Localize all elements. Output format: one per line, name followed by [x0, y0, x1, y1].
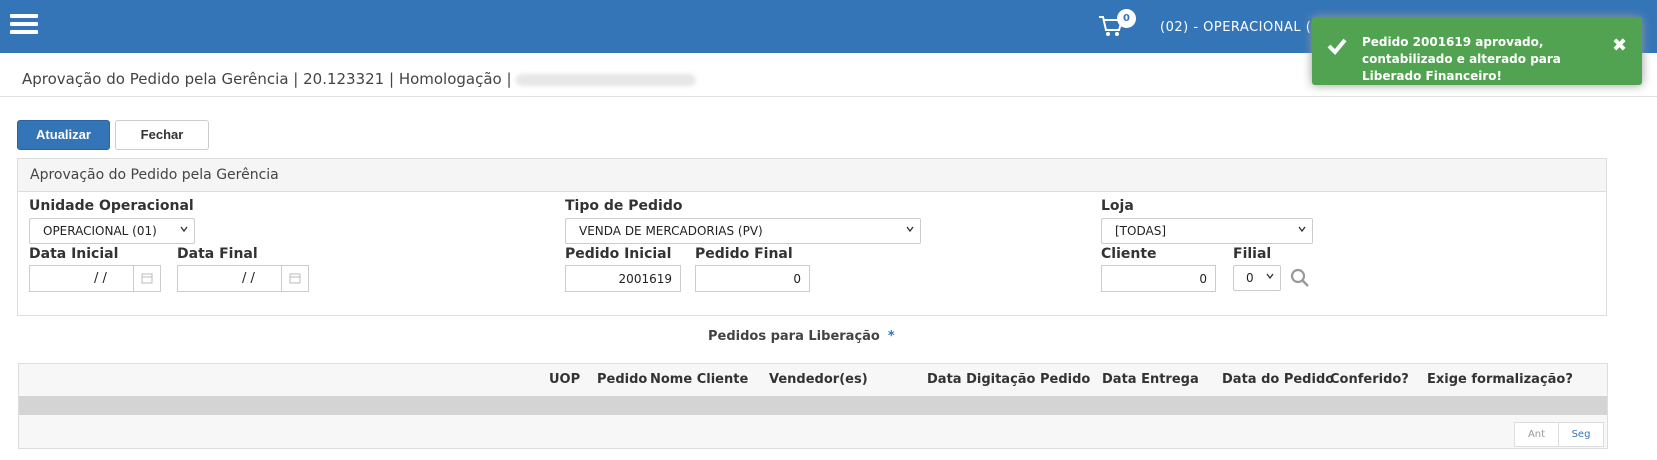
- column-header[interactable]: Nome Cliente: [650, 372, 748, 387]
- page-title: Aprovação do Pedido pela Gerência | 20.1…: [22, 70, 696, 88]
- tipo-pedido-value: VENDA DE MERCADORIAS (PV): [579, 224, 763, 238]
- calendar-icon[interactable]: [133, 266, 160, 291]
- cliente-label: Cliente: [1101, 246, 1157, 262]
- column-header[interactable]: Conferido?: [1330, 372, 1409, 387]
- tipo-pedido-label: Tipo de Pedido: [565, 198, 683, 214]
- filter-panel-title: Aprovação do Pedido pela Gerência: [18, 159, 1606, 192]
- chevron-down-icon: [906, 226, 914, 233]
- tipo-pedido-select[interactable]: VENDA DE MERCADORIAS (PV): [565, 218, 921, 244]
- column-header[interactable]: Exige formalização?: [1427, 372, 1573, 387]
- grid-title: Pedidos para Liberação *: [708, 329, 895, 344]
- check-icon: [1326, 35, 1348, 57]
- unidade-operacional-select[interactable]: OPERACIONAL (01): [29, 218, 195, 244]
- next-page-button[interactable]: Seg: [1558, 422, 1604, 447]
- refresh-button[interactable]: Atualizar: [17, 120, 110, 150]
- chevron-down-icon: [1298, 226, 1306, 233]
- close-icon[interactable]: ✖: [1612, 35, 1627, 56]
- grid-header: UOP Pedido Nome Cliente Vendedor(es) Dat…: [19, 364, 1607, 396]
- column-header[interactable]: Vendedor(es): [769, 372, 868, 387]
- chevron-down-icon: [1266, 273, 1274, 280]
- data-inicial-value: / /: [94, 271, 107, 286]
- column-header[interactable]: Data do Pedido: [1222, 372, 1334, 387]
- pedido-inicial-label: Pedido Inicial: [565, 246, 672, 262]
- data-final-input[interactable]: / /: [177, 265, 309, 292]
- orders-grid: UOP Pedido Nome Cliente Vendedor(es) Dat…: [18, 363, 1608, 449]
- success-toast: Pedido 2001619 aprovado, contabilizado e…: [1312, 17, 1642, 85]
- header-divider: [0, 96, 1657, 97]
- search-icon[interactable]: [1290, 268, 1310, 288]
- data-inicial-input[interactable]: / /: [29, 265, 161, 292]
- data-inicial-label: Data Inicial: [29, 246, 119, 262]
- table-row[interactable]: [19, 396, 1607, 415]
- page-title-text: Aprovação do Pedido pela Gerência | 20.1…: [22, 70, 512, 88]
- unidade-operacional-value: OPERACIONAL (01): [43, 224, 157, 238]
- menu-icon[interactable]: [10, 14, 38, 36]
- loja-value: [TODAS]: [1115, 224, 1166, 238]
- pedido-final-label: Pedido Final: [695, 246, 793, 262]
- chevron-down-icon: [180, 226, 188, 233]
- cliente-input[interactable]: 0: [1101, 265, 1216, 292]
- filial-select[interactable]: 0: [1233, 265, 1281, 291]
- calendar-icon[interactable]: [281, 266, 308, 291]
- filial-value: 0: [1246, 271, 1254, 285]
- blurred-user-info: [515, 73, 696, 86]
- column-header[interactable]: Pedido: [597, 372, 647, 387]
- toast-message: Pedido 2001619 aprovado, contabilizado e…: [1362, 35, 1561, 83]
- grid-title-text: Pedidos para Liberação: [708, 329, 880, 344]
- operational-unit-label[interactable]: (02) - OPERACIONAL (: [1160, 20, 1311, 35]
- pedido-final-input[interactable]: 0: [695, 265, 810, 292]
- unidade-operacional-label: Unidade Operacional: [29, 198, 194, 214]
- pedido-inicial-input[interactable]: 2001619: [565, 265, 681, 292]
- column-header[interactable]: UOP: [549, 372, 580, 387]
- cart-count-badge: 0: [1117, 9, 1136, 28]
- column-header[interactable]: Data Digitação Pedido: [927, 372, 1090, 387]
- data-final-label: Data Final: [177, 246, 258, 262]
- close-button[interactable]: Fechar: [115, 120, 209, 150]
- required-marker: *: [887, 329, 895, 344]
- loja-label: Loja: [1101, 198, 1134, 214]
- loja-select[interactable]: [TODAS]: [1101, 218, 1313, 244]
- prev-page-button[interactable]: Ant: [1514, 422, 1559, 447]
- data-final-value: / /: [242, 271, 255, 286]
- filial-label: Filial: [1233, 246, 1272, 262]
- column-header[interactable]: Data Entrega: [1102, 372, 1199, 387]
